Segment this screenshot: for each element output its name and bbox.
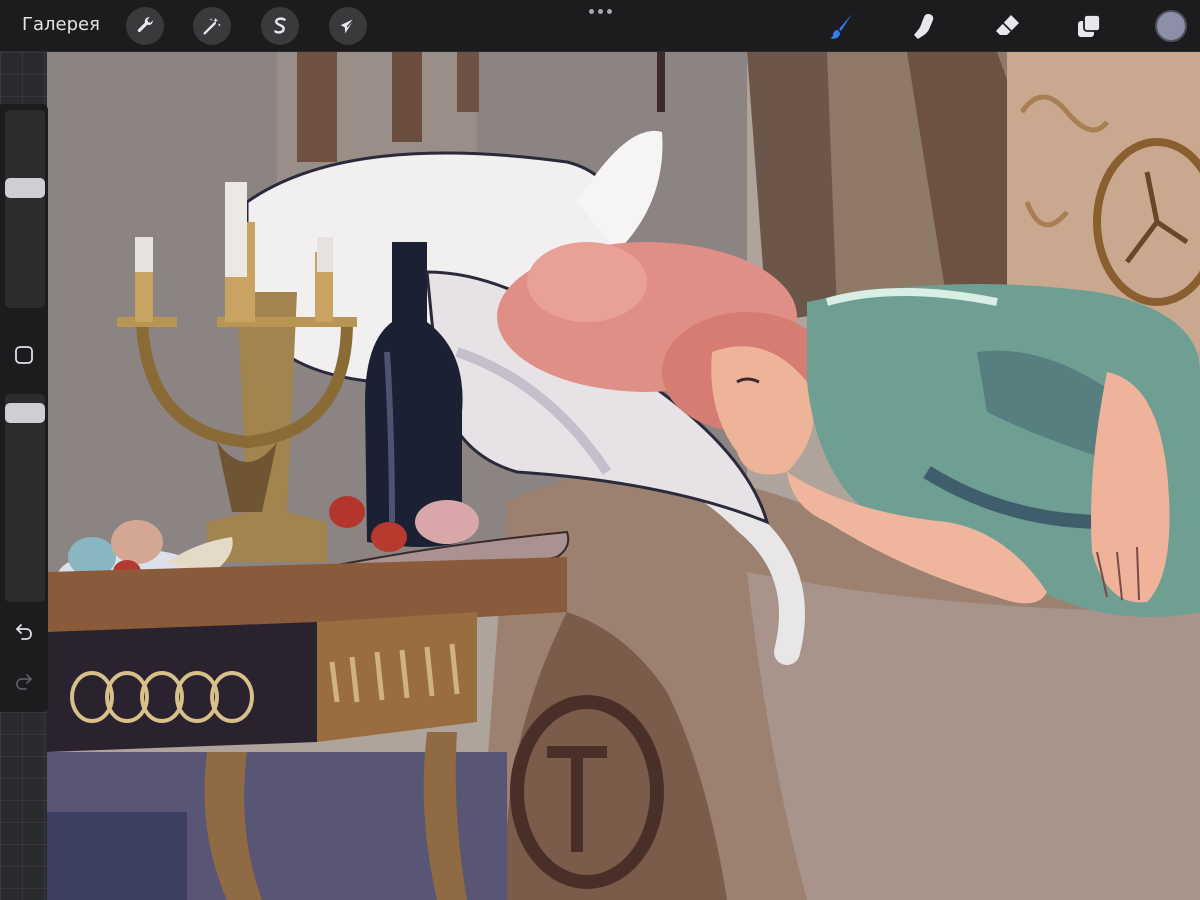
brush-opacity-slider-thumb[interactable] (5, 403, 45, 424)
layers-icon (1078, 14, 1101, 37)
modify-button[interactable] (9, 340, 39, 370)
more-options-dots-icon[interactable] (584, 4, 616, 18)
gallery-button[interactable]: Галерея (22, 13, 100, 37)
brush-size-slider-thumb[interactable] (5, 177, 45, 198)
redo-button[interactable] (9, 666, 39, 696)
dot (597, 8, 603, 14)
dot (588, 8, 594, 14)
arrow-cursor-icon (340, 18, 355, 34)
current-color-swatch[interactable] (1155, 10, 1187, 42)
undo-icon (15, 624, 32, 640)
wrench-icon (137, 17, 153, 33)
selection-s-icon (274, 17, 286, 34)
left-sidebar (0, 104, 48, 712)
brush-opacity-slider[interactable] (5, 394, 45, 602)
adjustments-tool-button[interactable] (193, 7, 231, 45)
drawing-canvas[interactable] (47, 52, 1200, 900)
modify-square-icon (15, 346, 33, 364)
eraser-tool-button[interactable] (989, 8, 1025, 44)
brush-tool-button[interactable] (824, 8, 860, 44)
smudge-finger-icon (914, 14, 934, 39)
artwork-illustration (47, 52, 1200, 900)
actions-tool-button[interactable] (126, 7, 164, 45)
top-toolbar: Галерея (0, 0, 1200, 52)
redo-icon (16, 674, 33, 690)
transform-tool-button[interactable] (329, 7, 367, 45)
dot (606, 8, 612, 14)
brush-size-slider[interactable] (5, 110, 45, 308)
selection-tool-button[interactable] (261, 7, 299, 45)
procreate-app: Галерея (0, 0, 1200, 900)
smudge-tool-button[interactable] (906, 8, 942, 44)
eraser-icon (996, 15, 1019, 35)
brush-icon (830, 14, 852, 39)
undo-button[interactable] (9, 616, 39, 646)
layers-tool-button[interactable] (1071, 8, 1107, 44)
magic-wand-icon (203, 17, 221, 35)
